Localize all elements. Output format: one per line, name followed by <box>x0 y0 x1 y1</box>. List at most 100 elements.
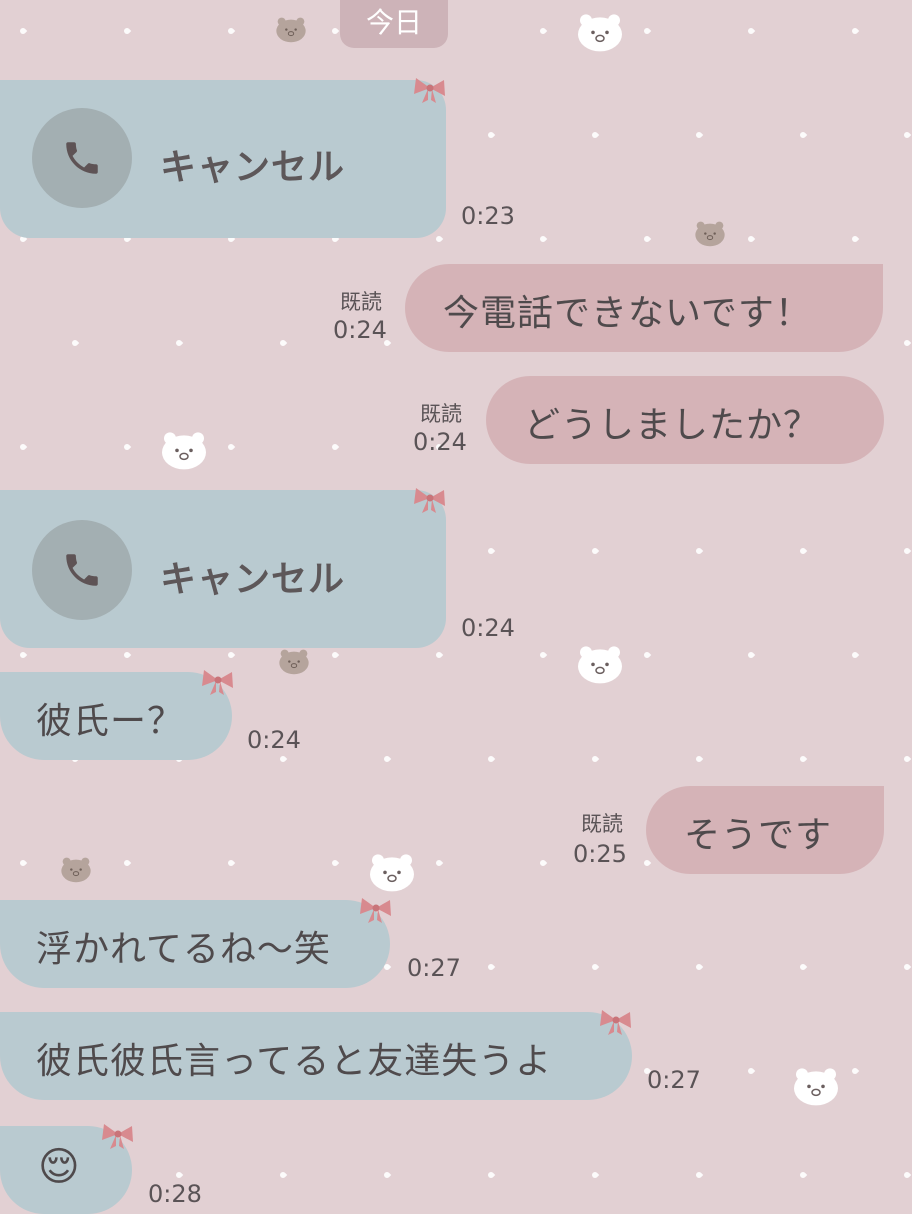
relieved-face-emoji: 😌 <box>38 1144 81 1190</box>
call-status-label: キャンセル <box>160 147 346 188</box>
white-bear-icon <box>576 12 624 53</box>
phone-icon <box>32 520 132 620</box>
brown-bear-icon <box>60 856 92 883</box>
heart-pattern-icon <box>70 338 80 348</box>
ribbon-bow-icon <box>200 668 236 700</box>
heart-pattern-icon <box>330 442 340 452</box>
message-time: 0:25 <box>573 840 627 868</box>
heart-pattern-icon <box>330 26 340 36</box>
message-bubble-outgoing[interactable]: 今電話できないです！ <box>405 264 883 352</box>
heart-pattern-icon <box>902 1170 912 1180</box>
heart-pattern-icon <box>174 1170 184 1180</box>
heart-pattern-icon <box>278 754 288 764</box>
message-time: 0:28 <box>148 1180 202 1208</box>
heart-pattern-icon <box>330 650 340 660</box>
heart-pattern-icon <box>226 442 236 452</box>
ribbon-bow-icon <box>100 1122 136 1154</box>
heart-pattern-icon <box>18 858 28 868</box>
heart-pattern-icon <box>486 754 496 764</box>
heart-pattern-icon <box>746 26 756 36</box>
heart-pattern-icon <box>694 962 704 972</box>
heart-pattern-icon <box>226 26 236 36</box>
ribbon-bow-icon <box>412 486 448 518</box>
heart-pattern-icon <box>798 962 808 972</box>
message-time: 0:24 <box>461 614 515 642</box>
brown-bear-icon <box>694 220 726 247</box>
heart-pattern-icon <box>798 130 808 140</box>
heart-pattern-icon <box>850 1066 860 1076</box>
message-text: 浮かれてるね〜笑 <box>36 929 331 970</box>
message-bubble-outgoing[interactable]: どうしましたか？ <box>486 376 884 464</box>
heart-pattern-icon <box>122 858 132 868</box>
message-time: 0:24 <box>413 428 467 456</box>
date-separator: 今日 <box>340 0 448 48</box>
brown-bear-icon <box>275 16 307 43</box>
heart-pattern-icon <box>850 650 860 660</box>
heart-pattern-icon <box>434 858 444 868</box>
heart-pattern-icon <box>798 546 808 556</box>
white-bear-icon <box>576 644 624 685</box>
ribbon-bow-icon <box>358 896 394 928</box>
white-bear-icon <box>160 430 208 471</box>
heart-pattern-icon <box>382 754 392 764</box>
heart-pattern-icon <box>694 1170 704 1180</box>
message-bubble-incoming[interactable]: 彼氏彼氏言ってると友達失うよ <box>0 1012 632 1100</box>
heart-pattern-icon <box>538 234 548 244</box>
read-receipt: 既読 <box>340 290 382 314</box>
heart-pattern-icon <box>902 754 912 764</box>
message-time: 0:24 <box>247 726 301 754</box>
heart-pattern-icon <box>746 650 756 660</box>
message-bubble-outgoing[interactable]: そうです <box>646 786 884 874</box>
brown-bear-icon <box>278 648 310 675</box>
message-bubble-incoming[interactable]: 浮かれてるね〜笑 <box>0 900 390 988</box>
heart-pattern-icon <box>850 234 860 244</box>
message-time: 0:27 <box>407 954 461 982</box>
heart-pattern-icon <box>850 26 860 36</box>
heart-pattern-icon <box>746 1066 756 1076</box>
heart-pattern-icon <box>902 546 912 556</box>
heart-pattern-icon <box>278 338 288 348</box>
heart-pattern-icon <box>434 650 444 660</box>
heart-pattern-icon <box>486 1170 496 1180</box>
white-bear-icon <box>368 852 416 893</box>
ribbon-bow-icon <box>412 76 448 108</box>
heart-pattern-icon <box>902 962 912 972</box>
heart-pattern-icon <box>694 130 704 140</box>
heart-pattern-icon <box>798 754 808 764</box>
heart-pattern-icon <box>642 234 652 244</box>
heart-pattern-icon <box>122 442 132 452</box>
heart-pattern-icon <box>902 130 912 140</box>
ribbon-bow-icon <box>598 1008 634 1040</box>
heart-pattern-icon <box>642 858 652 868</box>
message-text: 今電話できないです！ <box>443 293 812 334</box>
heart-pattern-icon <box>538 26 548 36</box>
heart-pattern-icon <box>486 130 496 140</box>
message-bubble-incoming[interactable]: 彼氏ー？ <box>0 672 232 760</box>
heart-pattern-icon <box>590 754 600 764</box>
heart-pattern-icon <box>538 650 548 660</box>
message-text: そうです <box>684 815 833 856</box>
message-time: 0:23 <box>461 202 515 230</box>
heart-pattern-icon <box>798 1170 808 1180</box>
heart-pattern-icon <box>226 858 236 868</box>
heart-pattern-icon <box>694 754 704 764</box>
heart-pattern-icon <box>642 26 652 36</box>
heart-pattern-icon <box>746 234 756 244</box>
heart-pattern-icon <box>18 650 28 660</box>
heart-pattern-icon <box>590 546 600 556</box>
heart-pattern-icon <box>278 1170 288 1180</box>
phone-icon <box>32 108 132 208</box>
message-text: どうしましたか？ <box>524 405 821 446</box>
heart-pattern-icon <box>330 858 340 868</box>
read-receipt: 既読 <box>420 402 462 426</box>
call-status-label: キャンセル <box>160 559 346 600</box>
heart-pattern-icon <box>590 1170 600 1180</box>
heart-pattern-icon <box>18 442 28 452</box>
heart-pattern-icon <box>694 546 704 556</box>
heart-pattern-icon <box>590 962 600 972</box>
heart-pattern-icon <box>18 26 28 36</box>
white-bear-icon <box>792 1066 840 1107</box>
message-time: 0:24 <box>333 316 387 344</box>
heart-pattern-icon <box>382 1170 392 1180</box>
heart-pattern-icon <box>486 546 496 556</box>
